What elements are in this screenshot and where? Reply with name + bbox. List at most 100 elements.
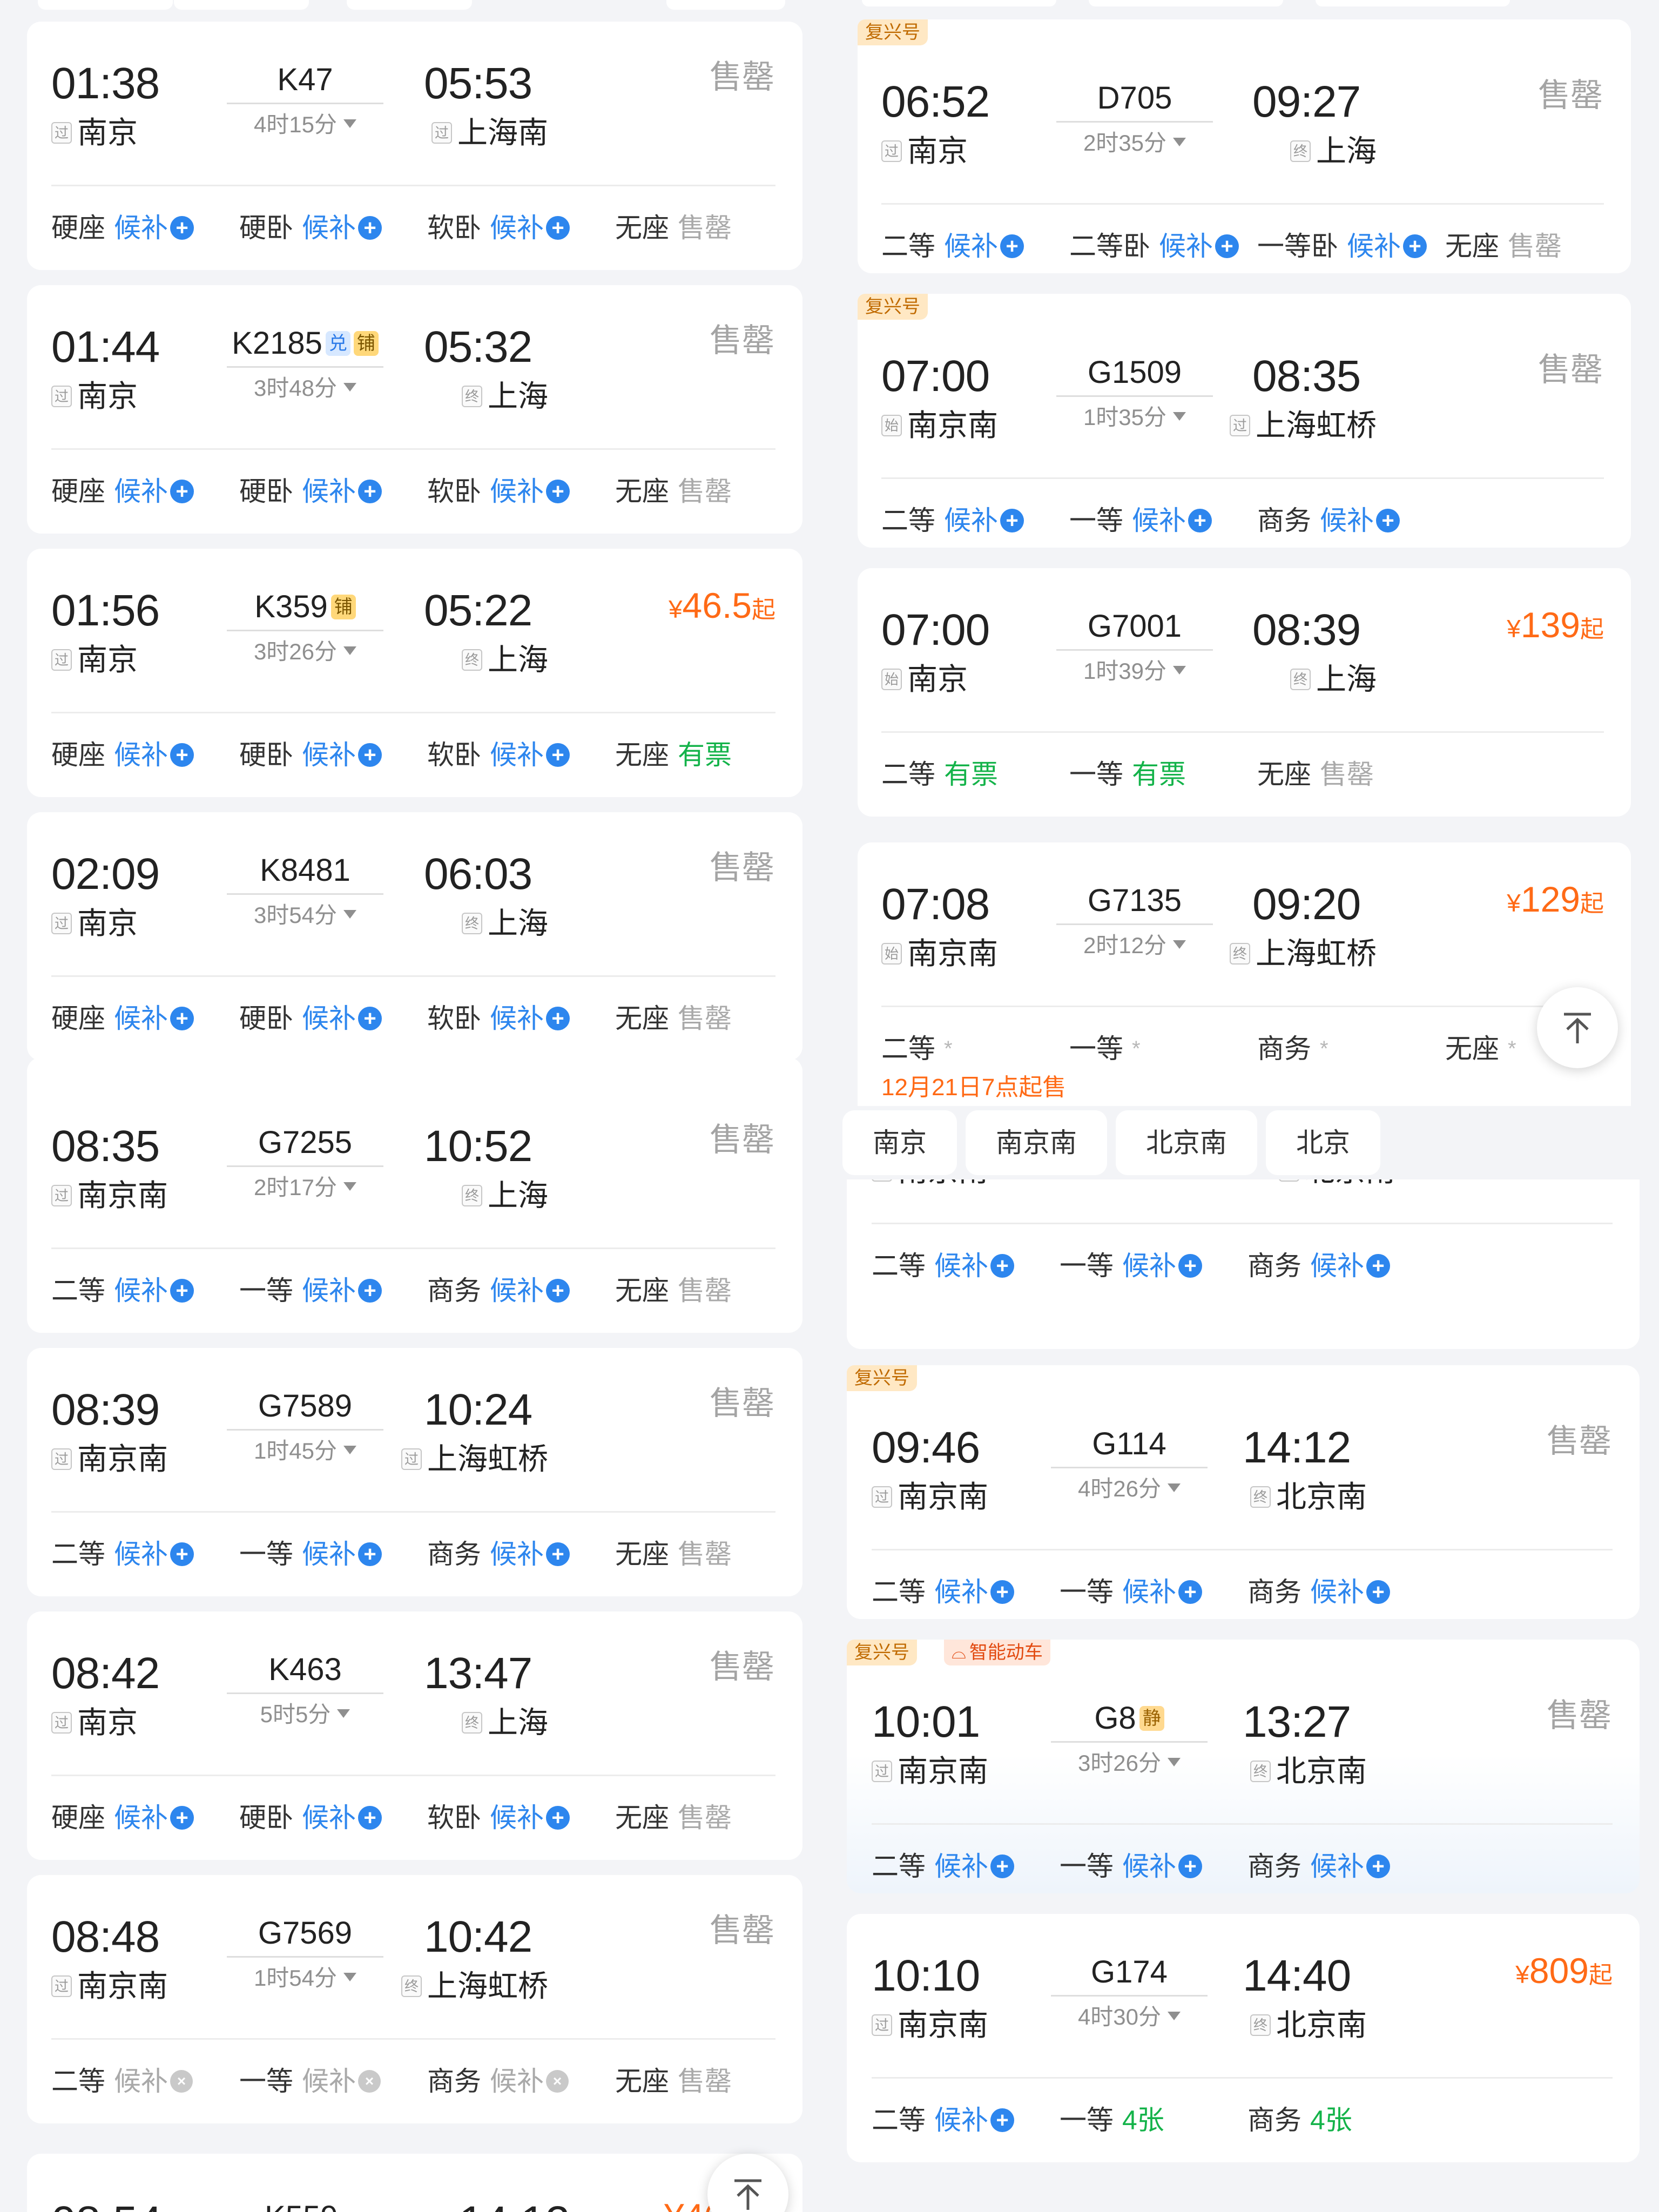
waitlist-add-icon[interactable]: +: [170, 480, 194, 503]
seat-option[interactable]: 无座 售罄: [615, 1276, 803, 1306]
seat-option[interactable]: 商务 4张: [1247, 2105, 1435, 2135]
train-number[interactable]: G7001: [1056, 610, 1213, 643]
seat-option[interactable]: 二等 候补 ×: [51, 2066, 239, 2096]
waitlist-add-icon[interactable]: +: [546, 1542, 570, 1566]
train-card[interactable]: 08:48 过南京南 G7569 1时54分 10:42 终上海虹桥 售罄 二等 候补 × 一等 候补…: [27, 1875, 802, 2123]
duration-toggle[interactable]: 1时45分: [227, 1439, 383, 1464]
seat-option[interactable]: 二等 候补 +: [872, 1851, 1060, 1881]
station-filter-chip[interactable]: 北京南: [1116, 1110, 1257, 1175]
train-card[interactable]: 08:39 过南京南 G7589 1时45分 10:24 过上海虹桥 售罄 二等 候补 + 一等 候补…: [27, 1348, 802, 1596]
waitlist-add-icon[interactable]: +: [170, 1542, 194, 1566]
seat-option[interactable]: 硬座 候补 +: [51, 1003, 239, 1034]
seat-option[interactable]: 商务 候补 +: [1247, 1851, 1435, 1881]
seat-option[interactable]: 一等 候补 +: [1069, 505, 1257, 536]
date-tab-stub[interactable]: [38, 0, 173, 10]
seat-option[interactable]: 硬座 候补 +: [51, 476, 239, 507]
seat-option[interactable]: 二等 候补 +: [872, 2105, 1060, 2135]
seat-option[interactable]: 无座 有票: [615, 740, 803, 770]
seat-option[interactable]: 一等 候补 +: [239, 1539, 427, 1569]
seat-option[interactable]: 硬卧 候补 +: [239, 476, 427, 507]
duration-toggle[interactable]: 2时17分: [227, 1175, 383, 1200]
seat-option[interactable]: 商务 候补 +: [1247, 1577, 1435, 1607]
seat-option[interactable]: 商务 候补 +: [1257, 505, 1445, 536]
seat-option[interactable]: 软卧 候补 +: [427, 213, 615, 243]
duration-toggle[interactable]: 1时35分: [1056, 405, 1213, 430]
seat-option[interactable]: 软卧 候补 +: [427, 1803, 615, 1833]
duration-toggle[interactable]: 4时15分: [227, 112, 383, 137]
seat-option[interactable]: 商务 候补 +: [1247, 1251, 1435, 1281]
duration-toggle[interactable]: 5时5分: [227, 1702, 383, 1727]
seat-option[interactable]: 一等 4张: [1060, 2105, 1247, 2135]
train-card[interactable]: 01:38 过南京 K47 4时15分 05:53 过上海南 售罄 硬座 候补 + 硬卧 候补 + 软卧候…: [27, 22, 802, 270]
waitlist-add-icon[interactable]: +: [1178, 1254, 1202, 1278]
seat-option[interactable]: 无座 售罄: [615, 213, 803, 243]
waitlist-add-icon[interactable]: +: [546, 1806, 570, 1830]
waitlist-add-icon[interactable]: +: [546, 1007, 570, 1030]
waitlist-add-icon[interactable]: +: [546, 743, 570, 767]
train-card[interactable]: 07:00 始南京 G7001 1时39分 08:39 终上海 ¥139起 二等 有票 一等 有票无…: [858, 568, 1631, 817]
seat-option[interactable]: 软卧 候补 +: [427, 1003, 615, 1034]
waitlist-add-icon[interactable]: +: [1366, 1254, 1390, 1278]
waitlist-add-icon[interactable]: +: [1366, 1580, 1390, 1604]
waitlist-add-icon[interactable]: +: [170, 216, 194, 240]
seat-option[interactable]: 硬座 候补 +: [51, 1803, 239, 1833]
waitlist-add-icon[interactable]: +: [990, 1854, 1014, 1878]
train-number[interactable]: G174: [1051, 1956, 1208, 1988]
train-number[interactable]: G8 静: [1051, 1702, 1208, 1735]
seat-option[interactable]: 无座 售罄: [615, 1803, 803, 1833]
duration-toggle[interactable]: 4时26分: [1051, 1476, 1208, 1501]
waitlist-add-icon[interactable]: +: [546, 480, 570, 503]
seat-option[interactable]: 硬卧 候补 +: [239, 213, 427, 243]
waitlist-add-icon[interactable]: +: [1000, 509, 1024, 532]
waitlist-add-icon[interactable]: +: [990, 1254, 1014, 1278]
seat-option[interactable]: 硬座 候补 +: [51, 740, 239, 770]
seat-option[interactable]: 二等 候补 +: [51, 1276, 239, 1306]
train-card[interactable]: 01:56 过南京 K359 铺 3时26分 05:22 终上海 ¥46.5起 硬座 候补 + 硬卧候…: [27, 549, 802, 797]
seat-option[interactable]: 商务 *: [1257, 1034, 1445, 1064]
train-card[interactable]: 复兴号 09:46 过南京南 G114 4时26分 14:12 终北京南 售罄 二等 候补 + 一等候…: [847, 1365, 1640, 1619]
seat-option[interactable]: 二等 候补 +: [872, 1251, 1060, 1281]
seat-option[interactable]: 二等 *: [881, 1034, 1069, 1064]
seat-option[interactable]: 商务 候补 +: [427, 1539, 615, 1569]
seat-option[interactable]: 二等 候补 +: [51, 1539, 239, 1569]
seat-option[interactable]: 无座 售罄: [615, 1539, 803, 1569]
waitlist-add-icon[interactable]: +: [1366, 1854, 1390, 1878]
train-card[interactable]: 复兴号 07:00 始南京南 G1509 1时35分 08:35 过上海虹桥 售罄 二等 候补 + 一…: [858, 294, 1631, 548]
date-tab-stub[interactable]: [1089, 0, 1283, 6]
train-card[interactable]: 10:10 过南京南 G174 4时30分 14:40 终北京南 ¥809起 二等 候补 + 一等 4…: [847, 1914, 1640, 2162]
train-card[interactable]: 07:08 始南京南 G7135 2时12分 09:20 终上海虹桥 ¥129起 二等 * 一等 *…: [858, 842, 1631, 1106]
seat-option[interactable]: 二等 候补 +: [872, 1577, 1060, 1607]
train-number[interactable]: G7589: [227, 1390, 383, 1422]
duration-toggle[interactable]: 3时54分: [227, 903, 383, 928]
seat-option[interactable]: 一等 有票: [1069, 759, 1257, 790]
duration-toggle[interactable]: 2时12分: [1056, 933, 1213, 958]
seat-option[interactable]: 二等 有票: [881, 759, 1069, 790]
train-card[interactable]: 01:44 过南京 K2185 兑铺 3时48分 05:32 终上海 售罄 硬座 候补 + 硬卧 候补 +…: [27, 285, 802, 534]
seat-option[interactable]: 软卧 候补 +: [427, 740, 615, 770]
waitlist-add-icon[interactable]: +: [358, 216, 382, 240]
date-tab-stub[interactable]: [347, 0, 472, 10]
date-tab-stub[interactable]: [174, 0, 309, 10]
seat-option[interactable]: 无座 售罄: [615, 2066, 803, 2096]
seat-option[interactable]: 一等 候补 +: [1060, 1577, 1247, 1607]
train-card-partial[interactable]: 08:54K55914:12¥46: [27, 2154, 802, 2212]
waitlist-add-icon[interactable]: +: [1000, 234, 1024, 258]
duration-toggle[interactable]: 3时26分: [227, 639, 383, 664]
train-card-partial[interactable]: [27, 1057, 802, 1106]
date-tab-stub[interactable]: [1316, 0, 1510, 6]
duration-toggle[interactable]: 2时35分: [1056, 131, 1213, 156]
seat-option[interactable]: 硬卧 候补 +: [239, 740, 427, 770]
duration-toggle[interactable]: 1时39分: [1056, 659, 1213, 684]
seat-option[interactable]: 二等 候补 +: [881, 231, 1069, 261]
waitlist-add-icon[interactable]: +: [358, 1806, 382, 1830]
waitlist-add-icon[interactable]: +: [990, 2108, 1014, 2132]
waitlist-add-icon[interactable]: +: [358, 743, 382, 767]
train-number[interactable]: G7135: [1056, 885, 1213, 917]
waitlist-add-icon[interactable]: +: [1403, 234, 1427, 258]
duration-toggle[interactable]: 3时48分: [227, 376, 383, 401]
waitlist-add-icon[interactable]: +: [990, 1580, 1014, 1604]
duration-toggle[interactable]: 3时26分: [1051, 1751, 1208, 1776]
waitlist-add-icon[interactable]: +: [358, 1542, 382, 1566]
date-tab-stub[interactable]: [862, 0, 1056, 6]
waitlist-add-icon[interactable]: +: [1188, 509, 1212, 532]
